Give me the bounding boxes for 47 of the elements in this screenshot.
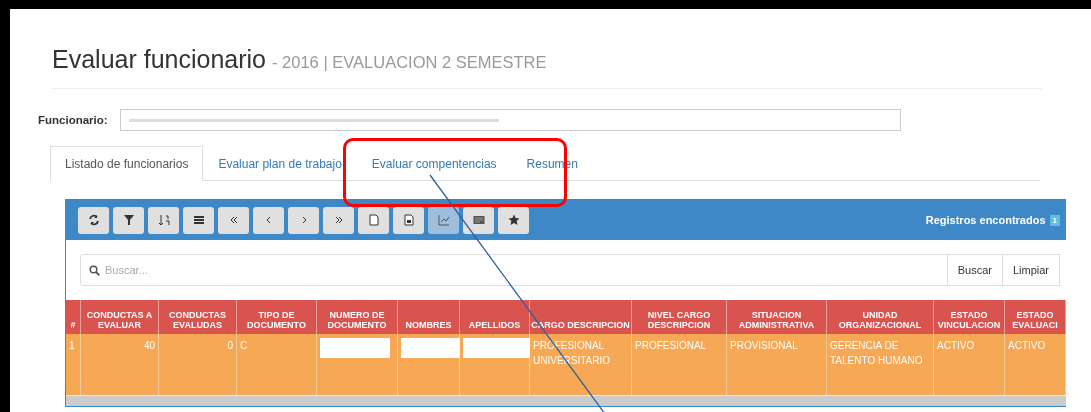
refresh-icon <box>87 214 100 226</box>
document-icon <box>402 214 415 226</box>
chart-icon <box>437 214 450 226</box>
table-cell: ACTIVO <box>1008 340 1046 351</box>
scrollbar[interactable] <box>66 395 1066 406</box>
column-header: APELLIDOS <box>460 300 530 334</box>
column-header: NIVEL CARGO DESCRIPCION <box>632 300 727 334</box>
filter-icon <box>122 214 135 226</box>
table-cell: 0 <box>227 340 233 351</box>
column-header: UNIDAD ORGANIZACIONAL <box>827 300 934 334</box>
table-cell: ACTIVO <box>937 340 975 351</box>
toolbar-button[interactable] <box>498 206 529 234</box>
document-icon <box>367 214 380 226</box>
column-header: TIPO DE DOCUMENTO <box>237 300 317 334</box>
records-label: Registros encontrados <box>925 214 1046 226</box>
table-cell: 40 <box>143 340 155 351</box>
toolbar-button[interactable] <box>113 206 144 234</box>
column-header: NOMBRES <box>398 300 460 334</box>
page-title: Evaluar funcionario <box>52 45 266 74</box>
column-header: NUMERO DE DOCUMENTO <box>317 300 398 334</box>
tab[interactable]: Listado de funcionarios <box>50 146 204 181</box>
column-header: CONDUCTAS A EVALUAR <box>81 300 159 334</box>
table-cell: PROFESIONAL <box>635 340 707 351</box>
column-header: SITUACION ADMINISTRATIVA <box>727 300 827 334</box>
tab[interactable]: Evaluar compentencias <box>356 146 512 180</box>
list-icon <box>192 214 205 226</box>
card-icon <box>472 214 485 226</box>
page-subtitle: - 2016 | EVALUACION 2 SEMESTRE <box>272 53 547 72</box>
sort-icon <box>157 214 170 226</box>
search-button[interactable]: Buscar <box>947 254 1003 286</box>
count-badge: 1 <box>1049 214 1060 226</box>
column-header: # <box>66 300 81 334</box>
tab[interactable]: Evaluar plan de trabajo <box>203 146 357 180</box>
column-header: ESTADO VINCULACION <box>934 300 1005 334</box>
search-button[interactable]: Limpiar <box>1002 254 1060 286</box>
input-field[interactable] <box>119 109 901 131</box>
table-cell: GERENCIA DE TALENTO HUMANO <box>830 340 923 366</box>
table-cell: C <box>240 340 248 351</box>
table-cell: 1 <box>69 340 75 351</box>
toolbar-button[interactable] <box>183 206 214 234</box>
column-header: ESTADO EVALUACI <box>1005 300 1066 334</box>
toolbar-button[interactable] <box>78 206 109 234</box>
field-label: Funcionario: <box>38 114 108 126</box>
table-cell: PROVISIONAL <box>730 340 798 351</box>
search-field[interactable]: Buscar... <box>80 254 948 286</box>
column-header: CONDUCTAS EVALUDAS <box>159 300 237 334</box>
star-icon <box>507 214 520 226</box>
